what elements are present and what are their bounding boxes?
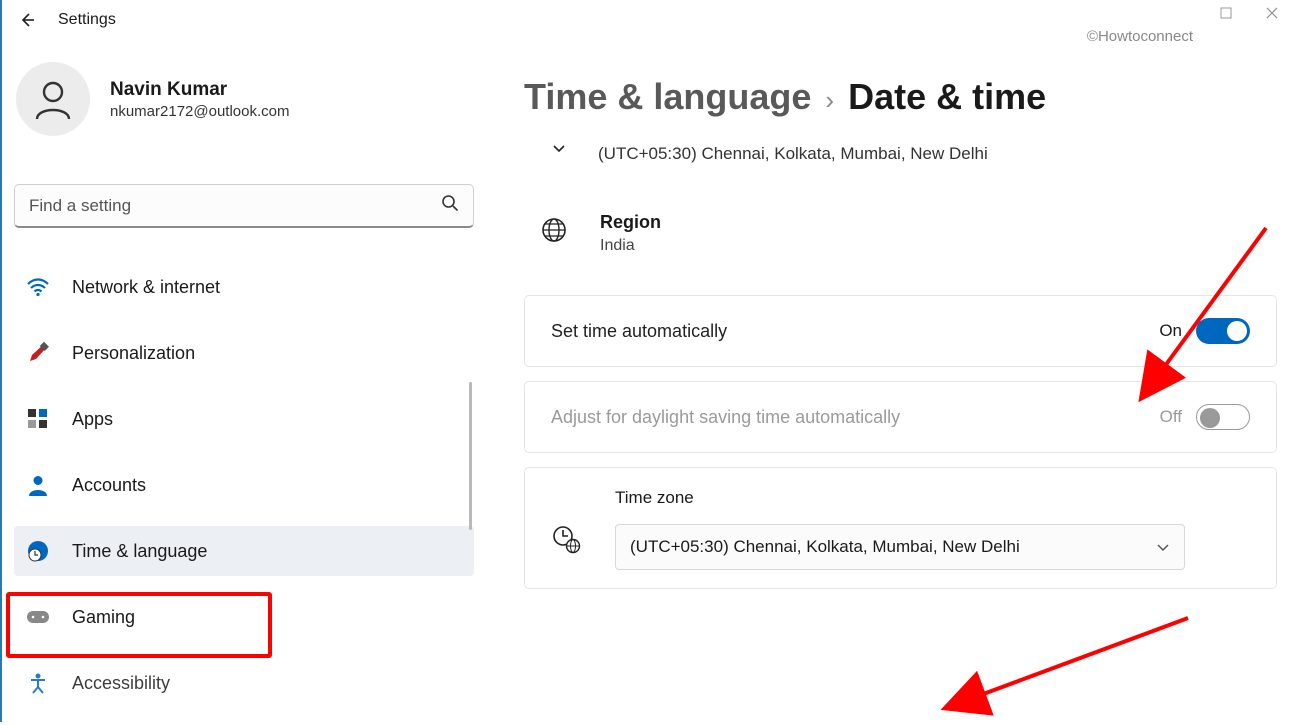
nav: Network & internet Personalization Apps … xyxy=(14,262,474,708)
search-icon xyxy=(441,194,459,217)
apps-icon xyxy=(24,405,52,433)
sidebar-item-personalization[interactable]: Personalization xyxy=(14,328,474,378)
sidebar-item-label: Personalization xyxy=(72,343,195,364)
user-info: Navin Kumar nkumar2172@outlook.com xyxy=(110,79,290,120)
accessibility-icon xyxy=(24,669,52,697)
sidebar-item-network[interactable]: Network & internet xyxy=(14,262,474,312)
titlebar: Settings ©Howtoconnect xyxy=(0,0,1301,40)
sidebar-scrollbar[interactable] xyxy=(469,382,472,530)
dst-toggle xyxy=(1196,404,1250,430)
sidebar-item-apps[interactable]: Apps xyxy=(14,394,474,444)
sidebar-item-label: Gaming xyxy=(72,607,135,628)
user-block[interactable]: Navin Kumar nkumar2172@outlook.com xyxy=(16,62,474,136)
timezone-select[interactable]: (UTC+05:30) Chennai, Kolkata, Mumbai, Ne… xyxy=(615,524,1185,570)
timezone-card: Time zone (UTC+05:30) Chennai, Kolkata, … xyxy=(524,467,1277,589)
dst-card: Adjust for daylight saving time automati… xyxy=(524,381,1277,453)
sidebar-item-label: Accessibility xyxy=(72,673,170,694)
person-icon xyxy=(24,471,52,499)
toggle-state-text: On xyxy=(1159,321,1182,341)
breadcrumb-current: Date & time xyxy=(848,76,1046,118)
sidebar-item-time-language[interactable]: Time & language xyxy=(14,526,474,576)
sidebar-item-label: Accounts xyxy=(72,475,146,496)
app-title: Settings xyxy=(58,11,116,29)
timezone-summary-text: (UTC+05:30) Chennai, Kolkata, Mumbai, Ne… xyxy=(598,144,988,164)
avatar xyxy=(16,62,90,136)
brush-icon xyxy=(24,339,52,367)
timezone-select-value: (UTC+05:30) Chennai, Kolkata, Mumbai, Ne… xyxy=(630,537,1020,557)
region-title: Region xyxy=(600,212,661,233)
sidebar-item-label: Network & internet xyxy=(72,277,220,298)
region-block[interactable]: Region India xyxy=(540,212,1277,255)
user-email: nkumar2172@outlook.com xyxy=(110,103,290,120)
clock-globe-icon xyxy=(24,537,52,565)
search-box[interactable] xyxy=(14,184,474,228)
sidebar-item-label: Time & language xyxy=(72,541,207,562)
region-value: India xyxy=(600,237,661,255)
sidebar: Navin Kumar nkumar2172@outlook.com Netwo… xyxy=(0,40,488,722)
maximize-button[interactable] xyxy=(1217,4,1235,22)
set-time-auto-toggle[interactable] xyxy=(1196,318,1250,344)
window-controls xyxy=(1217,0,1301,22)
breadcrumb: Time & language › Date & time xyxy=(524,76,1277,118)
wifi-icon xyxy=(24,273,52,301)
gamepad-icon xyxy=(24,603,52,631)
sidebar-item-label: Apps xyxy=(72,409,113,430)
search-input[interactable] xyxy=(29,196,441,216)
setting-label: Set time automatically xyxy=(551,321,727,342)
close-button[interactable] xyxy=(1263,4,1281,22)
clock-globe-icon xyxy=(551,524,581,559)
sidebar-item-accounts[interactable]: Accounts xyxy=(14,460,474,510)
globe-icon xyxy=(540,216,568,249)
setting-label: Adjust for daylight saving time automati… xyxy=(551,407,900,428)
breadcrumb-parent[interactable]: Time & language xyxy=(524,76,811,118)
region-text: Region India xyxy=(600,212,661,255)
timezone-summary: (UTC+05:30) Chennai, Kolkata, Mumbai, Ne… xyxy=(552,144,1277,164)
back-button[interactable] xyxy=(18,11,36,29)
sidebar-item-accessibility[interactable]: Accessibility xyxy=(14,658,474,708)
chevron-down-icon xyxy=(552,140,566,156)
set-time-auto-card: Set time automatically On xyxy=(524,295,1277,367)
annotation-arrow-bottom xyxy=(948,600,1208,725)
toggle-state-text: Off xyxy=(1160,407,1182,427)
timezone-label: Time zone xyxy=(615,488,1250,508)
sidebar-item-gaming[interactable]: Gaming xyxy=(14,592,474,642)
user-name: Navin Kumar xyxy=(110,79,290,101)
chevron-right-icon: › xyxy=(825,85,834,116)
chevron-down-icon xyxy=(1156,537,1170,557)
main-panel: Time & language › Date & time (UTC+05:30… xyxy=(488,40,1301,722)
